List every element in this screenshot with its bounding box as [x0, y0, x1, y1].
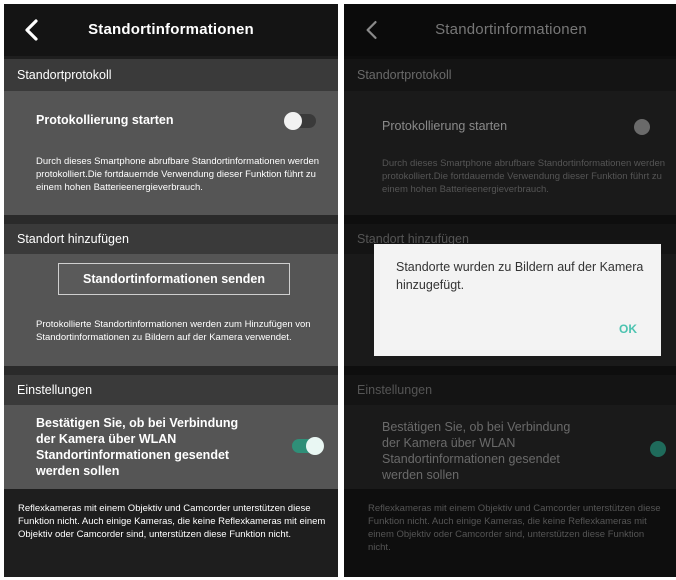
wlan-send-toggle[interactable] [650, 441, 666, 457]
section-header-location-log: Standortprotokoll [344, 59, 676, 91]
wlan-send-setting-label: Bestätigen Sie, ob bei Verbindung der Ka… [382, 420, 571, 482]
dialog-message: Standorte wurden zu Bildern auf der Kame… [396, 260, 644, 292]
toggle-knob [284, 112, 302, 130]
divider [4, 366, 338, 375]
divider [344, 366, 676, 375]
section-header-settings: Einstellungen [344, 375, 676, 405]
page-title: Standortinformationen [435, 21, 587, 38]
toggle-knob [306, 437, 324, 455]
footer-note: Reflexkameras mit einem Objektiv und Cam… [18, 503, 326, 540]
logging-toggle[interactable] [284, 112, 316, 130]
footer-note: Reflexkameras mit einem Objektiv und Cam… [368, 503, 661, 553]
divider [344, 215, 676, 224]
wlan-send-setting-label: Bestätigen Sie, ob bei Verbindung der Ka… [36, 416, 239, 478]
logging-toggle[interactable] [634, 119, 650, 135]
send-location-button[interactable]: Standortinformationen senden [58, 263, 290, 295]
page-title: Standortinformationen [88, 21, 254, 38]
section-header-location-log: Standortprotokoll [4, 59, 338, 91]
add-location-description: Protokollierte Standortinformationen wer… [36, 319, 311, 343]
settings-panel: Bestätigen Sie, ob bei Verbindung der Ka… [4, 405, 338, 489]
ok-button[interactable]: OK [619, 322, 637, 336]
section-header-add-location: Standort hinzufügen [4, 224, 338, 254]
logging-panel: Protokollierung starten Durch dieses Sma… [344, 91, 676, 215]
logging-label: Protokollierung starten [36, 113, 174, 127]
logging-panel: Protokollierung starten Durch dieses Sma… [4, 91, 338, 215]
section-header-settings: Einstellungen [4, 375, 338, 405]
wlan-send-toggle[interactable] [292, 437, 324, 455]
logging-description: Durch dieses Smartphone abrufbare Stando… [382, 158, 666, 195]
logging-label: Protokollierung starten [382, 119, 508, 133]
logging-description: Durch dieses Smartphone abrufbare Stando… [36, 156, 320, 193]
confirmation-dialog: Standorte wurden zu Bildern auf der Kame… [374, 244, 661, 356]
top-bar: Standortinformationen [344, 4, 676, 56]
location-screen-active: Standortinformationen Standortprotokoll … [4, 4, 338, 577]
location-screen-dialog: Standortinformationen Standortprotokoll … [344, 4, 676, 577]
divider [4, 215, 338, 224]
top-bar: Standortinformationen [4, 4, 338, 56]
settings-panel: Bestätigen Sie, ob bei Verbindung der Ka… [344, 405, 676, 489]
